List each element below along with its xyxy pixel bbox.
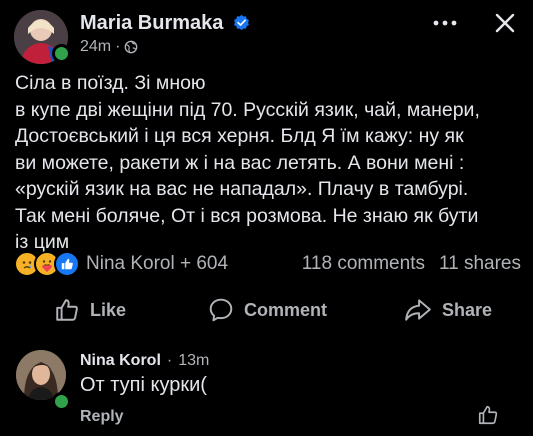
speech-bubble-icon: [209, 298, 233, 322]
post-time[interactable]: 24m: [80, 38, 111, 56]
comment-button-label: Comment: [244, 299, 328, 320]
post-actions: Like Comment Share: [0, 290, 533, 330]
like-reaction-icon: [54, 251, 80, 277]
close-icon: [495, 13, 515, 33]
comment-time: 13m: [178, 352, 210, 369]
post-stats: 118 comments 11 shares: [302, 253, 521, 275]
comment-like-button[interactable]: [477, 404, 499, 431]
reply-button[interactable]: Reply: [80, 408, 124, 426]
thumbs-up-icon: [56, 299, 78, 321]
commenter-online-status: [52, 392, 71, 411]
like-button[interactable]: Like: [54, 297, 126, 323]
more-dots-icon: [433, 20, 457, 26]
shares-count[interactable]: 11 shares: [439, 253, 521, 275]
share-button[interactable]: Share: [404, 297, 492, 323]
post-meta: 24m ·: [80, 38, 138, 56]
reactions-summary[interactable]: Nina Korol + 604: [86, 253, 228, 275]
thumbs-up-icon: [478, 405, 498, 425]
post-screen: Maria Burmaka 24m · Сіла в поїзд. Зі мно…: [0, 0, 533, 436]
share-arrow-icon: [405, 299, 431, 321]
share-button-label: Share: [442, 299, 493, 320]
more-options-button[interactable]: [430, 8, 460, 38]
close-button[interactable]: [490, 8, 520, 38]
verified-badge-icon: [234, 14, 249, 31]
author-name[interactable]: Maria Burmaka: [80, 12, 250, 35]
comment-header: Nina Korol · 13m: [80, 352, 209, 370]
globe-icon: [125, 40, 138, 54]
author-name-text[interactable]: Maria Burmaka: [80, 12, 223, 34]
reactions-row: Nina Korol + 604 118 comments 11 shares: [14, 251, 521, 277]
comment-author-name[interactable]: Nina Korol: [80, 352, 161, 370]
like-button-label: Like: [90, 299, 127, 320]
comment-button[interactable]: Comment: [208, 297, 327, 323]
comment-separator: ·: [166, 352, 173, 369]
reaction-icons[interactable]: [14, 251, 80, 277]
comments-count[interactable]: 118 comments: [302, 253, 425, 275]
author-online-status: [52, 44, 71, 63]
meta-separator: ·: [115, 38, 121, 55]
post-text: Сіла в поїзд. Зі мною в купе дві жещіни …: [15, 72, 480, 253]
comment-text: От тупі курки(: [80, 374, 207, 396]
